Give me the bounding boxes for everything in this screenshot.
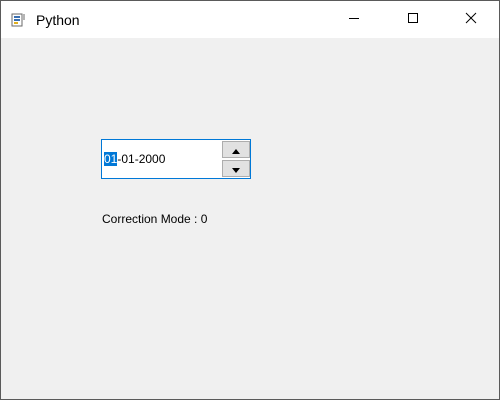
minimize-icon bbox=[348, 11, 360, 29]
title-bar[interactable]: Python bbox=[1, 1, 499, 38]
app-window: Python 01-01-2000 Correction Mode: 0 bbox=[0, 0, 500, 400]
spin-buttons bbox=[222, 141, 250, 177]
maximize-icon bbox=[407, 11, 419, 29]
maximize-button[interactable] bbox=[390, 1, 436, 38]
window-title: Python bbox=[36, 12, 80, 28]
date-value[interactable]: 01-01-2000 bbox=[104, 152, 165, 167]
arrow-down-icon bbox=[232, 160, 240, 178]
arrow-up-icon bbox=[232, 141, 240, 159]
close-icon bbox=[465, 11, 477, 29]
spin-up-button[interactable] bbox=[222, 141, 250, 158]
correction-mode-label: Correction Mode : 0 bbox=[102, 212, 208, 226]
date-edit[interactable]: 01-01-2000 bbox=[101, 139, 251, 179]
spin-down-button[interactable] bbox=[222, 160, 250, 177]
date-remaining-text: -01-2000 bbox=[117, 152, 166, 166]
minimize-button[interactable] bbox=[331, 1, 377, 38]
client-area: 01-01-2000 Correction Mode : 0 bbox=[1, 38, 499, 399]
close-button[interactable] bbox=[448, 1, 494, 38]
date-selected-section[interactable]: 01 bbox=[104, 152, 118, 166]
python-app-icon bbox=[11, 12, 27, 28]
